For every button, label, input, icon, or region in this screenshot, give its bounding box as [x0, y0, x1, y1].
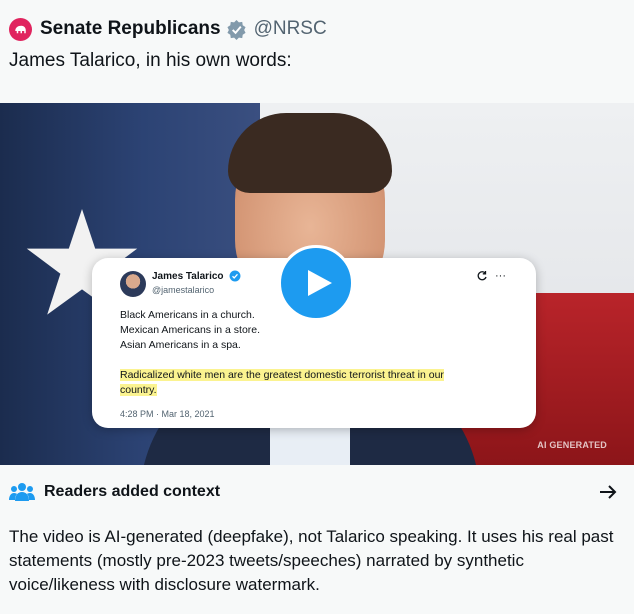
arrow-right-icon[interactable] [598, 482, 618, 502]
verified-badge-icon [226, 19, 246, 40]
elephant-logo-icon [15, 25, 26, 33]
embedded-name: James Talarico [152, 271, 224, 282]
author-row[interactable]: Senate Republicans @NRSC [9, 15, 327, 43]
post-header: Senate Republicans @NRSC James Talarico,… [0, 0, 634, 103]
refresh-icon [477, 271, 487, 281]
embedded-line: Mexican Americans in a store. [120, 324, 261, 336]
embedded-highlight: Radicalized white men are the greatest d… [120, 368, 510, 398]
embedded-text: Black Americans in a church. Mexican Ame… [120, 308, 260, 353]
display-name[interactable]: Senate Republicans [40, 18, 221, 40]
person-hair [228, 113, 392, 193]
community-note: Readers added context The video is AI-ge… [0, 465, 634, 614]
avatar[interactable] [9, 17, 32, 41]
play-button[interactable] [278, 245, 354, 321]
handle[interactable]: @NRSC [254, 18, 327, 40]
people-icon [9, 483, 35, 501]
community-note-header: Readers added context [9, 482, 220, 502]
embedded-actions: ··· [476, 270, 506, 282]
community-note-title: Readers added context [44, 483, 221, 500]
community-note-body: The video is AI-generated (deepfake), no… [9, 527, 614, 594]
embedded-avatar [120, 271, 146, 297]
highlight-line: country. [120, 384, 157, 396]
embedded-verified-icon [229, 270, 241, 282]
more-icon: ··· [495, 270, 506, 282]
embedded-timestamp: 4:28 PM · Mar 18, 2021 [120, 409, 215, 419]
highlight-line: Radicalized white men are the greatest d… [120, 369, 444, 381]
embedded-line: Black Americans in a church. [120, 309, 255, 321]
embedded-handle: @jamestalarico [152, 285, 215, 295]
tweet-text: James Talarico, in his own words: [9, 50, 292, 71]
play-icon [307, 270, 332, 296]
embedded-line: Asian Americans in a spa. [120, 339, 241, 351]
ai-generated-watermark: AI GENERATED [537, 440, 607, 450]
